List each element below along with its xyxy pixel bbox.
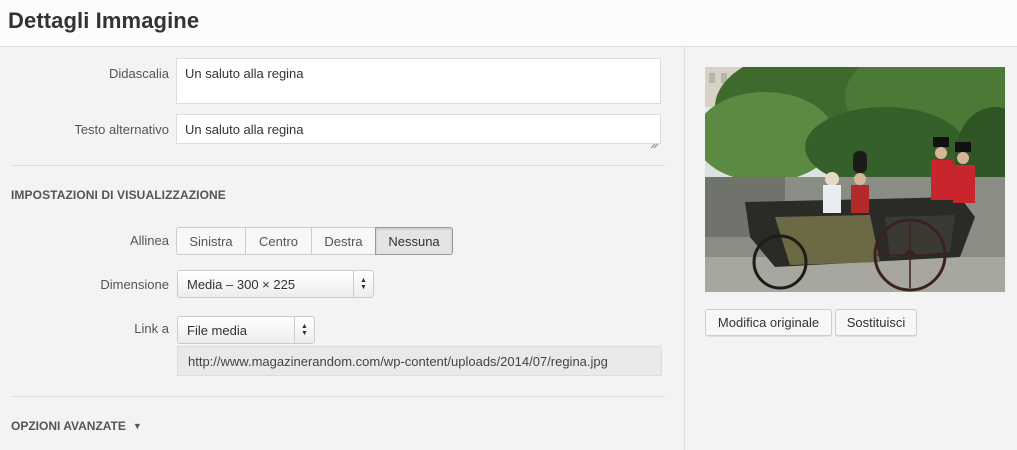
select-arrows-icon: ▲ ▼ <box>294 317 314 343</box>
size-select-value: Media – 300 × 225 <box>187 276 296 292</box>
align-none-button[interactable]: Nessuna <box>375 227 453 255</box>
page-title: Dettagli Immagine <box>8 8 200 33</box>
modal-header: Dettagli Immagine <box>0 0 1017 47</box>
caption-textarea[interactable]: Un saluto alla regina <box>176 58 661 104</box>
caption-label: Didascalia <box>109 66 169 81</box>
attachment-settings-panel: Didascalia Un saluto alla regina Testo a… <box>0 47 685 450</box>
divider <box>11 165 665 166</box>
alt-text-input[interactable] <box>176 114 661 144</box>
attachment-preview-panel: Modifica originale Sostituisci <box>685 47 1017 450</box>
advanced-options-toggle[interactable]: OPZIONI AVANZATE ▼ <box>11 419 142 433</box>
divider <box>11 396 665 397</box>
alt-text-label: Testo alternativo <box>74 122 169 137</box>
display-settings-title: IMPOSTAZIONI DI VISUALIZZAZIONE <box>11 188 226 202</box>
edit-original-button[interactable]: Modifica originale <box>705 309 832 336</box>
image-preview <box>705 67 1005 292</box>
link-select[interactable]: File media ▲ ▼ <box>177 316 315 344</box>
link-url-field[interactable]: http://www.magazinerandom.com/wp-content… <box>177 346 662 376</box>
select-arrows-icon: ▲ ▼ <box>353 271 373 297</box>
replace-button[interactable]: Sostituisci <box>835 309 917 336</box>
size-select[interactable]: Media – 300 × 225 ▲ ▼ <box>177 270 374 298</box>
align-right-button[interactable]: Destra <box>311 227 376 255</box>
advanced-options-label: OPZIONI AVANZATE <box>11 419 126 433</box>
align-center-button[interactable]: Centro <box>245 227 312 255</box>
size-label: Dimensione <box>100 277 169 292</box>
align-button-group: Sinistra Centro Destra Nessuna <box>176 227 453 255</box>
triangle-down-icon: ▼ <box>132 421 142 431</box>
link-select-value: File media <box>187 322 247 338</box>
align-label: Allinea <box>129 233 169 248</box>
link-label: Link a <box>134 321 169 336</box>
align-left-button[interactable]: Sinistra <box>176 227 246 255</box>
